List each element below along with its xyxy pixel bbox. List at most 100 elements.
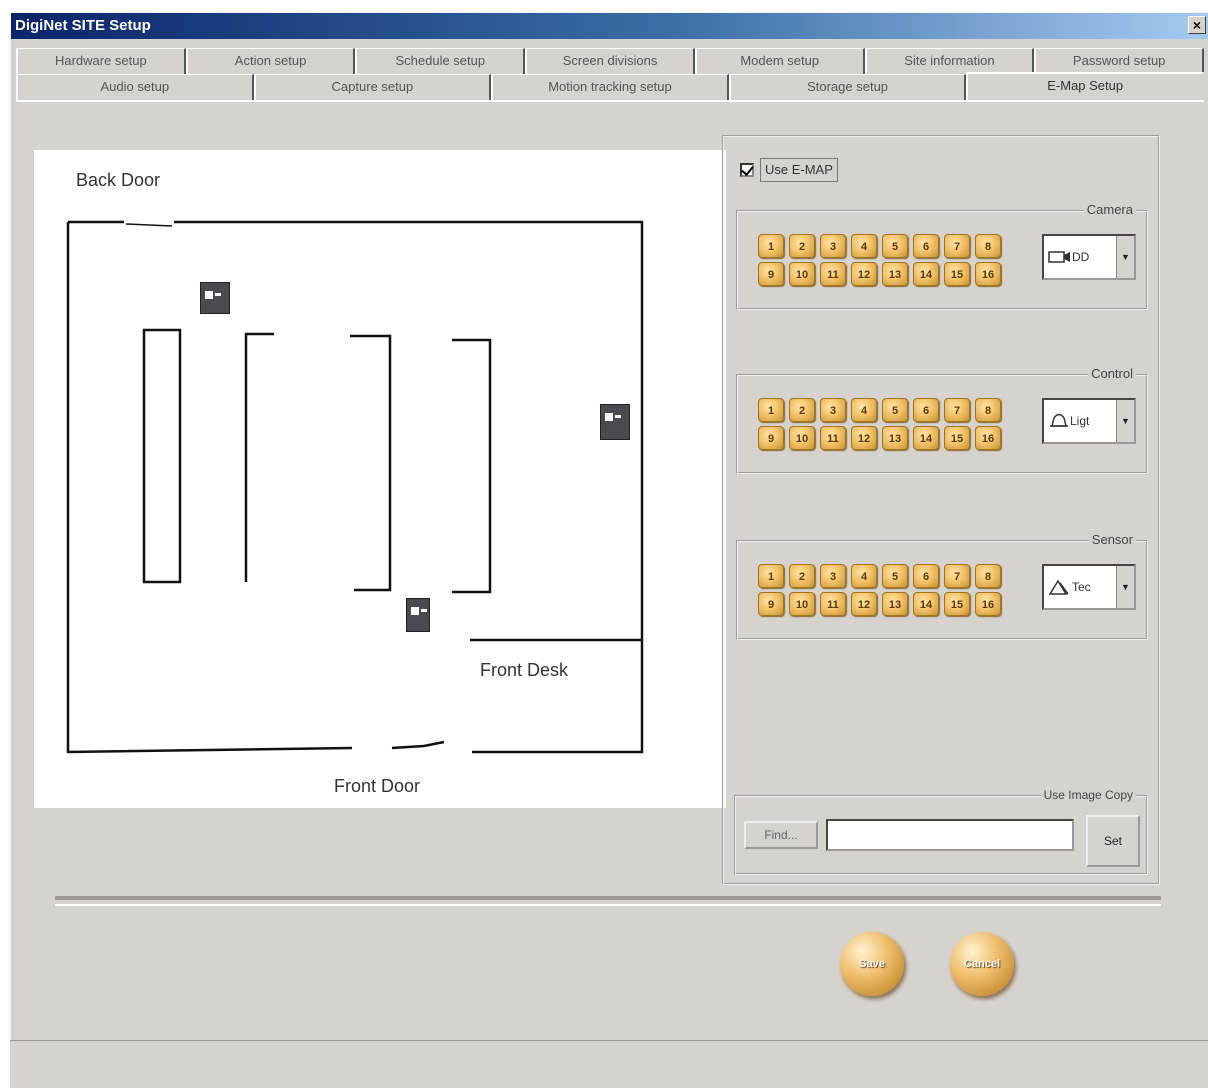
control-button[interactable]: 2 [789,398,815,422]
chevron-down-icon[interactable]: ▼ [1116,566,1134,608]
sensor-button[interactable]: 7 [944,564,970,588]
camera-button[interactable]: 3 [820,234,846,258]
emap-canvas[interactable]: Back Door Front Desk Front Door [34,150,726,808]
camera-icon [1048,251,1070,263]
sensor-button[interactable]: 12 [851,592,877,616]
camera-button[interactable]: 15 [944,262,970,286]
sensor-button[interactable]: 9 [758,592,784,616]
camera-marker-icon[interactable] [200,282,230,314]
set-button[interactable]: Set [1086,815,1140,867]
chevron-down-icon[interactable]: ▼ [1116,236,1134,278]
camera-button[interactable]: 8 [975,234,1001,258]
control-button[interactable]: 9 [758,426,784,450]
front-door-label: Front Door [334,776,421,796]
control-button[interactable]: 7 [944,398,970,422]
image-copy-title: Use Image Copy [1040,788,1136,802]
camera-button[interactable]: 2 [789,234,815,258]
tab-hardware-setup[interactable]: Hardware setup [16,48,186,74]
control-button[interactable]: 14 [913,426,939,450]
control-button[interactable]: 16 [975,426,1001,450]
camera-button[interactable]: 11 [820,262,846,286]
sensor-button[interactable]: 2 [789,564,815,588]
tab-action-setup[interactable]: Action setup [185,48,356,74]
camera-type-text: DD [1072,250,1090,264]
camera-button[interactable]: 5 [882,234,908,258]
sensor-group-title: Sensor [1088,532,1136,547]
camera-marker-icon[interactable] [406,598,430,632]
camera-button[interactable]: 14 [913,262,939,286]
tab-password-setup[interactable]: Password setup [1034,48,1205,74]
sensor-button[interactable]: 4 [851,564,877,588]
image-path-input[interactable] [826,819,1074,851]
control-group-title: Control [1088,366,1136,381]
tab-row-1: Hardware setup Action setup Schedule set… [16,48,1205,74]
status-bar [10,1040,1208,1088]
use-emap-checkbox[interactable] [740,163,754,177]
tab-storage-setup[interactable]: Storage setup [728,74,967,100]
camera-button[interactable]: 1 [758,234,784,258]
control-button-grid: 1 2 3 4 5 6 7 8 9 10 11 12 13 14 15 16 [758,398,1006,450]
tab-emap-setup[interactable]: E-Map Setup [966,72,1204,102]
tab-audio-setup[interactable]: Audio setup [16,74,254,100]
shelf-4 [452,338,492,594]
control-button[interactable]: 3 [820,398,846,422]
camera-group: Camera 1 2 3 4 5 6 7 8 9 10 11 12 13 14 … [736,202,1148,310]
sensor-button[interactable]: 14 [913,592,939,616]
back-door-label: Back Door [76,170,161,190]
sensor-button[interactable]: 3 [820,564,846,588]
tab-motion-tracking-setup[interactable]: Motion tracking setup [491,74,729,100]
control-button[interactable]: 10 [789,426,815,450]
chevron-down-icon[interactable]: ▼ [1116,400,1134,442]
sensor-button[interactable]: 15 [944,592,970,616]
sensor-button-grid: 1 2 3 4 5 6 7 8 9 10 11 12 13 14 15 16 [758,564,1006,616]
camera-button[interactable]: 6 [913,234,939,258]
camera-type-select[interactable]: DD ▼ [1042,234,1136,280]
camera-button-grid: 1 2 3 4 5 6 7 8 9 10 11 12 13 14 15 16 [758,234,1006,286]
sensor-type-text: Tec [1072,580,1091,594]
control-type-select[interactable]: Ligt ▼ [1042,398,1136,444]
camera-button[interactable]: 16 [975,262,1001,286]
camera-button[interactable]: 10 [789,262,815,286]
separator [55,896,1161,906]
back-door-gap [125,223,173,227]
floor-plan [66,220,644,754]
camera-button[interactable]: 7 [944,234,970,258]
control-button[interactable]: 6 [913,398,939,422]
cancel-button[interactable]: Cancel [950,932,1014,996]
camera-button[interactable]: 12 [851,262,877,286]
tab-site-information[interactable]: Site information [864,48,1035,74]
tab-screen-divisions[interactable]: Screen divisions [525,48,695,74]
use-emap-option[interactable]: Use E-MAP [740,158,838,182]
control-button[interactable]: 5 [882,398,908,422]
camera-button[interactable]: 4 [851,234,877,258]
sensor-button[interactable]: 5 [882,564,908,588]
sensor-button[interactable]: 1 [758,564,784,588]
sensor-button[interactable]: 11 [820,592,846,616]
control-button[interactable]: 11 [820,426,846,450]
sensor-button[interactable]: 6 [913,564,939,588]
sensor-button[interactable]: 13 [882,592,908,616]
control-button[interactable]: 1 [758,398,784,422]
tab-row-2: Audio setup Capture setup Motion trackin… [16,72,1204,102]
sensor-button[interactable]: 16 [975,592,1001,616]
camera-marker-icon[interactable] [600,404,630,440]
control-button[interactable]: 15 [944,426,970,450]
control-button[interactable]: 4 [851,398,877,422]
camera-button[interactable]: 9 [758,262,784,286]
sensor-button[interactable]: 10 [789,592,815,616]
sensor-button[interactable]: 8 [975,564,1001,588]
control-button[interactable]: 12 [851,426,877,450]
sensor-group: Sensor 1 2 3 4 5 6 7 8 9 10 11 12 13 14 … [736,532,1148,640]
control-button[interactable]: 8 [975,398,1001,422]
sensor-type-select[interactable]: Tec ▼ [1042,564,1136,610]
control-button[interactable]: 13 [882,426,908,450]
window-title: DigiNet SITE Setup [15,17,151,34]
camera-group-title: Camera [1083,202,1136,217]
tab-capture-setup[interactable]: Capture setup [253,74,492,100]
tab-schedule-setup[interactable]: Schedule setup [355,48,526,74]
close-button[interactable]: × [1188,16,1206,34]
camera-button[interactable]: 13 [882,262,908,286]
tab-modem-setup[interactable]: Modem setup [694,48,865,74]
find-button[interactable]: Find... [744,821,818,849]
save-button[interactable]: Save [840,932,904,996]
